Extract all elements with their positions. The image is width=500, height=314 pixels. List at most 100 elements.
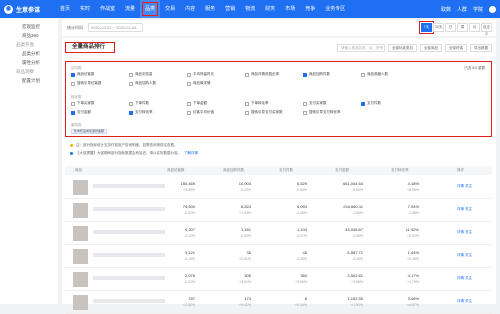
checkbox-box[interactable] (71, 101, 75, 106)
detail-link[interactable]: 详情 (457, 207, 464, 212)
follow-link[interactable]: 关注 (465, 230, 472, 235)
metric-tag[interactable]: 售中售后成功退款金额 (71, 129, 108, 134)
detail-link[interactable]: 详情 (457, 299, 464, 304)
metric-checkbox[interactable]: 下单件数 (129, 101, 149, 106)
period-tab[interactable]: 30天 (433, 23, 444, 32)
product-name[interactable] (93, 230, 165, 234)
detail-link[interactable]: 详情 (457, 184, 464, 189)
metric-checkbox[interactable]: 商品加购件数 (303, 72, 330, 77)
metric-checkbox[interactable]: 访客平均价值 (187, 110, 214, 115)
period-tab[interactable]: 7天 (419, 21, 434, 34)
nav-right-item[interactable]: 学院 (473, 6, 483, 13)
metric-checkbox[interactable]: 平均停留时长 (187, 72, 214, 77)
column-header[interactable]: 商品访客数 (167, 166, 185, 175)
nav-item[interactable]: 营销 (220, 0, 240, 18)
detail-link[interactable]: 详情 (457, 253, 464, 258)
nav-item[interactable]: 流量 (120, 0, 140, 18)
checkbox-box[interactable] (71, 110, 75, 115)
checkbox-box[interactable] (71, 72, 75, 77)
checkbox-box[interactable] (187, 101, 191, 106)
metric-checkbox[interactable]: 支付件数 (361, 101, 381, 106)
column-header[interactable]: 商品加购件数 (223, 166, 244, 175)
checkbox-box[interactable] (303, 110, 307, 115)
checkbox-box[interactable] (129, 101, 133, 106)
filter-dropdown[interactable]: 全部商品 (420, 44, 442, 52)
metric-checkbox[interactable]: 下单转化率 (245, 101, 269, 106)
metric-checkbox[interactable]: 支付买家数 (303, 101, 327, 106)
nav-item[interactable]: 服务 (200, 0, 220, 18)
checkbox-box[interactable] (245, 72, 249, 77)
metric-checkbox[interactable]: 商品微详情 (187, 81, 211, 86)
column-header[interactable]: 支付件数 (279, 166, 293, 175)
logo[interactable]: ◉ 生意参谋 (0, 4, 55, 14)
checkbox-box[interactable] (303, 72, 307, 77)
detail-link[interactable]: 详情 (457, 276, 464, 281)
checkbox-box[interactable] (187, 110, 191, 115)
period-tab[interactable]: 月 (469, 23, 480, 32)
metric-checkbox[interactable]: 下单金额 (187, 101, 207, 106)
metric-checkbox[interactable]: 商品详情页跳出率 (245, 72, 279, 77)
checkbox-box[interactable] (361, 101, 365, 106)
column-header[interactable]: 支付转化率 (391, 166, 409, 175)
product-thumbnail[interactable] (73, 203, 88, 218)
checkbox-box[interactable] (129, 72, 133, 77)
follow-link[interactable]: 关注 (465, 276, 472, 281)
nav-item[interactable]: 作战室 (95, 0, 120, 18)
follow-link[interactable]: 关注 (465, 184, 472, 189)
period-tab[interactable]: 日 (445, 23, 456, 32)
nav-item[interactable]: 竞争 (300, 0, 320, 18)
avatar[interactable] (489, 5, 496, 13)
product-thumbnail[interactable] (73, 295, 88, 310)
checkbox-box[interactable] (303, 101, 307, 106)
filter-dropdown[interactable]: 全部终端 (445, 44, 467, 52)
metric-checkbox[interactable]: 搜索引导支付转化率 (303, 110, 341, 115)
nav-right-item[interactable]: 人群 (457, 6, 467, 13)
note-link[interactable]: 了解详情 (184, 149, 198, 157)
nav-item[interactable]: 物流 (240, 0, 260, 18)
checkbox-box[interactable] (129, 110, 133, 115)
nav-item[interactable]: 内容 (180, 0, 200, 18)
nav-item[interactable]: 首页 (55, 0, 75, 18)
checkbox-box[interactable] (187, 81, 191, 86)
checkbox-box[interactable] (245, 101, 249, 106)
product-thumbnail[interactable] (73, 226, 88, 241)
metric-checkbox[interactable]: 商品加购人数 (129, 81, 156, 86)
date-range-input[interactable]: 2020-02-02 ~ 2020-02-08 (88, 23, 143, 32)
metric-checkbox[interactable]: 搜索引导访客数 (71, 81, 102, 86)
checkbox-box[interactable] (361, 72, 365, 77)
metric-checkbox[interactable]: 商品访客数 (71, 72, 95, 77)
detail-link[interactable]: 详情 (457, 230, 464, 235)
follow-link[interactable]: 关注 (465, 207, 472, 212)
metric-checkbox[interactable]: 下单买家数 (71, 101, 95, 106)
sidebar-item[interactable]: 品类分析 (0, 49, 58, 58)
nav-item[interactable]: 交易 (160, 0, 180, 18)
product-name[interactable] (93, 276, 165, 280)
checkbox-box[interactable] (245, 110, 249, 115)
product-name[interactable] (93, 207, 165, 211)
sidebar-item[interactable]: 宏观监控 (0, 22, 58, 31)
sidebar-item[interactable]: 属性分析 (0, 58, 58, 67)
nav-right-item[interactable]: 取数 (441, 6, 451, 13)
product-thumbnail[interactable] (73, 272, 88, 287)
product-name[interactable] (93, 299, 165, 303)
sidebar-item[interactable]: 商品360 (0, 31, 58, 40)
period-tab[interactable]: 周 (457, 23, 468, 32)
column-header[interactable]: 支付金额 (335, 166, 349, 175)
filter-dropdown[interactable]: 导出数据 (470, 44, 492, 52)
metric-checkbox[interactable]: 搜索引导支付买家数 (245, 110, 283, 115)
follow-link[interactable]: 关注 (465, 253, 472, 258)
chosen-count[interactable]: 已选 5/5 重置 (464, 66, 485, 71)
metric-checkbox[interactable]: 商品收藏人数 (361, 72, 388, 77)
nav-item[interactable]: 市场 (280, 0, 300, 18)
filter-dropdown[interactable]: 全部标准类目 (388, 44, 417, 52)
follow-link[interactable]: 关注 (465, 299, 472, 304)
checkbox-box[interactable] (71, 81, 75, 86)
product-thumbnail[interactable] (73, 249, 88, 264)
metric-checkbox[interactable]: 商品浏览量 (129, 72, 153, 77)
nav-item[interactable]: 业务专区 (320, 0, 350, 18)
nav-item[interactable]: 品类 (140, 0, 161, 18)
product-thumbnail[interactable] (73, 180, 88, 195)
period-tab[interactable]: 自定义 (481, 23, 492, 36)
sidebar-item[interactable]: 配置计划 (0, 76, 58, 85)
product-search-input[interactable]: 请输入商品名称、ID、货号 (337, 44, 385, 52)
